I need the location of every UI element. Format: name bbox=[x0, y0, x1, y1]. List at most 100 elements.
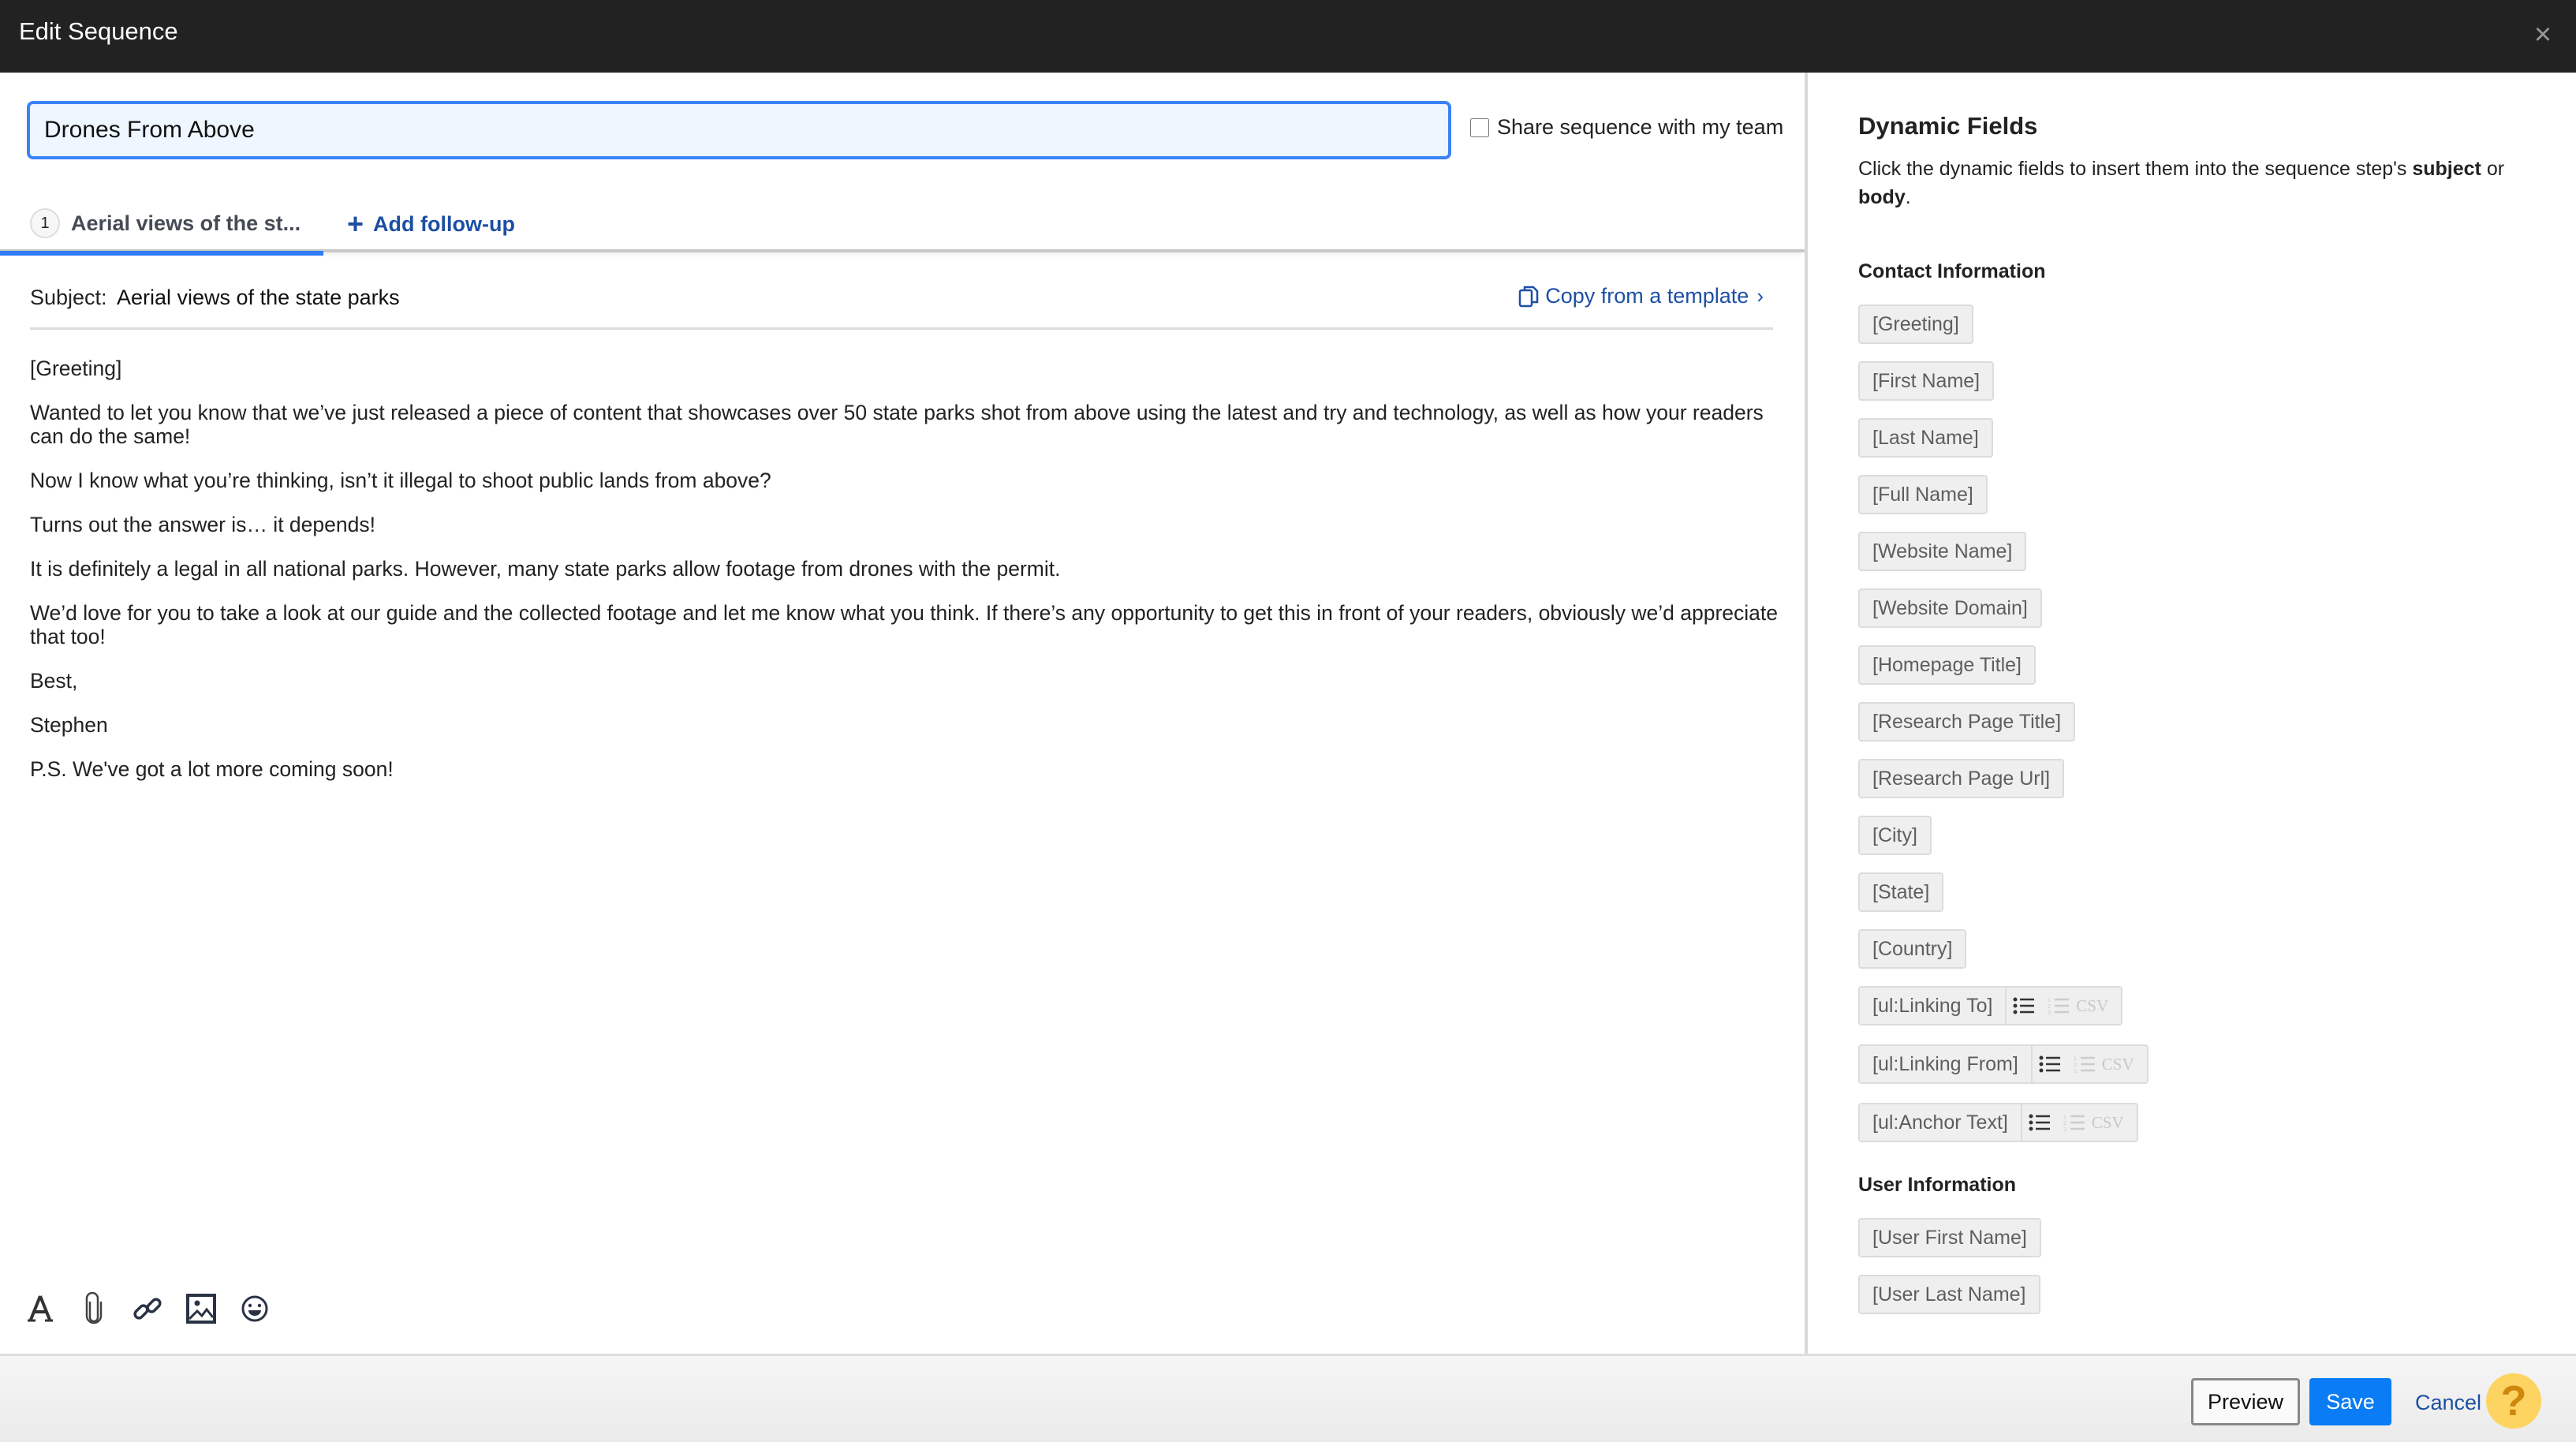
subject-row: Subject: Aerial views of the state parks… bbox=[30, 279, 1773, 330]
svg-text:3: 3 bbox=[2063, 1127, 2066, 1132]
paperclip-icon bbox=[85, 1292, 103, 1324]
link-icon bbox=[133, 1298, 162, 1320]
chevron-right-icon: › bbox=[1757, 284, 1764, 308]
insert-emoji-button[interactable] bbox=[238, 1292, 271, 1325]
field-chip[interactable]: [Homepage Title] bbox=[1858, 645, 2036, 685]
share-label: Share sequence with my team bbox=[1497, 115, 1784, 139]
body-paragraph: [Greeting] bbox=[30, 357, 122, 380]
body-paragraph: Wanted to let you know that we’ve just r… bbox=[30, 401, 1764, 448]
contact-fields-list: [Greeting] [First Name] [Last Name] [Ful… bbox=[1858, 304, 2149, 1161]
list-field-group: [ul:Linking To] 123 CSV bbox=[1858, 986, 2123, 1025]
help-button[interactable]: ? bbox=[2486, 1373, 2541, 1429]
field-chip[interactable]: [User Last Name] bbox=[1858, 1275, 2040, 1314]
step-tabs: 1 Aerial views of the st... + Add follow… bbox=[0, 196, 1805, 256]
field-chip[interactable]: [Website Name] bbox=[1858, 532, 2027, 571]
share-sequence-toggle[interactable]: Share sequence with my team bbox=[1470, 115, 1783, 140]
plus-icon: + bbox=[347, 207, 364, 240]
list-field-group: [ul:Linking From] 123 CSV bbox=[1858, 1044, 2149, 1084]
csv-format-button[interactable]: CSV bbox=[2076, 988, 2121, 1024]
field-chip[interactable]: [First Name] bbox=[1858, 361, 1995, 401]
user-fields-list: [User First Name] [User Last Name] bbox=[1858, 1218, 2041, 1332]
copy-from-template-link[interactable]: Copy from a template › bbox=[1518, 284, 1764, 308]
svg-text:3: 3 bbox=[2074, 1069, 2077, 1074]
svg-text:2: 2 bbox=[2063, 1121, 2066, 1126]
list-field-chip[interactable]: [ul:Linking From] bbox=[1860, 1046, 2033, 1082]
svg-text:1: 1 bbox=[2063, 1115, 2066, 1120]
description-text: Click the dynamic fields to insert them … bbox=[1858, 158, 2413, 180]
insert-image-button[interactable] bbox=[185, 1292, 218, 1325]
svg-text:3: 3 bbox=[2048, 1011, 2051, 1015]
body-paragraph: Turns out the answer is… it depends! bbox=[30, 513, 375, 536]
copy-icon bbox=[1518, 286, 1539, 307]
font-format-button[interactable] bbox=[24, 1292, 57, 1325]
field-chip[interactable]: [Full Name] bbox=[1858, 475, 1988, 514]
numbered-list-button[interactable]: 123 bbox=[2057, 1104, 2092, 1141]
insert-link-button[interactable] bbox=[131, 1292, 164, 1325]
numbered-list-icon: 123 bbox=[2048, 998, 2070, 1015]
tab-label: Aerial views of the st... bbox=[71, 211, 301, 235]
editor-panel: Share sequence with my team 1 Aerial vie… bbox=[0, 73, 1805, 1354]
description-text: . bbox=[1905, 186, 1911, 208]
field-chip[interactable]: [Website Domain] bbox=[1858, 588, 2042, 628]
cancel-link[interactable]: Cancel bbox=[2415, 1391, 2481, 1415]
numbered-list-button[interactable]: 123 bbox=[2041, 988, 2076, 1024]
dynamic-fields-description: Click the dynamic fields to insert them … bbox=[1858, 155, 2537, 211]
bulleted-list-button[interactable] bbox=[2007, 988, 2041, 1024]
list-field-chip[interactable]: [ul:Linking To] bbox=[1860, 988, 2007, 1024]
numbered-list-icon: 123 bbox=[2063, 1115, 2085, 1132]
share-checkbox[interactable] bbox=[1470, 118, 1489, 137]
list-field-chip[interactable]: [ul:Anchor Text] bbox=[1860, 1104, 2022, 1141]
dynamic-fields-title: Dynamic Fields bbox=[1858, 112, 2038, 140]
bulleted-list-button[interactable] bbox=[2033, 1046, 2067, 1082]
save-button[interactable]: Save bbox=[2309, 1378, 2391, 1425]
bulleted-list-icon bbox=[2039, 1055, 2060, 1073]
list-field-group: [ul:Anchor Text] 123 CSV bbox=[1858, 1103, 2138, 1142]
body-paragraph: Now I know what you’re thinking, isn’t i… bbox=[30, 469, 771, 492]
svg-text:1: 1 bbox=[2074, 1056, 2077, 1062]
svg-text:1: 1 bbox=[2048, 998, 2051, 1003]
svg-text:2: 2 bbox=[2074, 1063, 2077, 1068]
field-chip[interactable]: [User First Name] bbox=[1858, 1218, 2041, 1257]
editor-toolbar bbox=[24, 1292, 292, 1325]
csv-format-button[interactable]: CSV bbox=[2102, 1046, 2147, 1082]
copy-template-label: Copy from a template bbox=[1545, 284, 1749, 308]
bulleted-list-icon bbox=[2029, 1114, 2050, 1131]
attach-button[interactable] bbox=[77, 1292, 110, 1325]
tab-step-1[interactable]: 1 Aerial views of the st... bbox=[0, 196, 323, 256]
body-paragraph: Stephen bbox=[30, 713, 108, 737]
description-bold-subject: subject bbox=[2412, 158, 2481, 180]
csv-format-button[interactable]: CSV bbox=[2092, 1104, 2137, 1141]
dynamic-fields-panel: Dynamic Fields Click the dynamic fields … bbox=[1805, 73, 2576, 1354]
subject-label: Subject: bbox=[30, 286, 107, 309]
body-paragraph: It is definitely a legal in all national… bbox=[30, 557, 1061, 581]
contact-information-heading: Contact Information bbox=[1858, 260, 2046, 282]
field-chip[interactable]: [City] bbox=[1858, 816, 1932, 855]
emoji-icon bbox=[241, 1295, 268, 1322]
help-icon: ? bbox=[2500, 1377, 2527, 1425]
field-chip[interactable]: [Research Page Url] bbox=[1858, 759, 2065, 798]
field-chip[interactable]: [Country] bbox=[1858, 929, 1967, 969]
body-paragraph: We’d love for you to take a look at our … bbox=[30, 601, 1779, 648]
close-icon: × bbox=[2533, 18, 2552, 51]
body-paragraph: P.S. We've got a lot more coming soon! bbox=[30, 757, 394, 781]
add-followup-button[interactable]: + Add follow-up bbox=[347, 196, 515, 252]
add-followup-label: Add follow-up bbox=[373, 211, 515, 236]
field-chip[interactable]: [Research Page Title] bbox=[1858, 702, 2076, 742]
numbered-list-button[interactable]: 123 bbox=[2067, 1046, 2102, 1082]
subject-input[interactable]: Aerial views of the state parks bbox=[117, 286, 400, 310]
field-chip[interactable]: [Last Name] bbox=[1858, 418, 1993, 458]
description-text: or bbox=[2481, 158, 2505, 180]
description-bold-body: body bbox=[1858, 186, 1906, 208]
field-chip[interactable]: [State] bbox=[1858, 872, 1944, 912]
user-information-heading: User Information bbox=[1858, 1174, 2017, 1196]
sequence-name-input[interactable] bbox=[27, 101, 1451, 159]
email-body-editor[interactable]: [Greeting] Wanted to let you know that w… bbox=[30, 357, 1781, 801]
preview-button[interactable]: Preview bbox=[2191, 1378, 2300, 1425]
step-number-badge: 1 bbox=[30, 208, 60, 238]
field-chip[interactable]: [Greeting] bbox=[1858, 304, 1973, 344]
modal-footer: Preview Save Cancel ? bbox=[0, 1354, 2576, 1442]
bulleted-list-button[interactable] bbox=[2022, 1104, 2057, 1141]
bulleted-list-icon bbox=[2013, 997, 2035, 1014]
close-button[interactable]: × bbox=[2527, 19, 2559, 50]
numbered-list-icon: 123 bbox=[2074, 1056, 2095, 1074]
